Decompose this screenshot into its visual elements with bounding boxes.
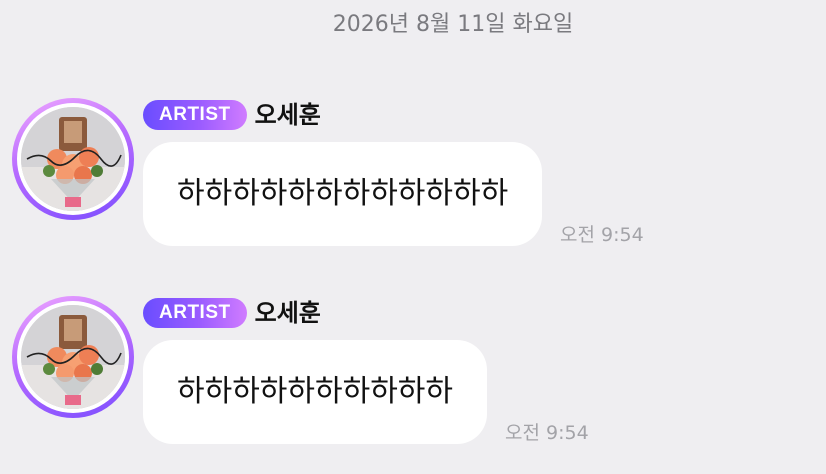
artist-badge: ARTIST — [143, 100, 247, 130]
sender-name[interactable]: 오세훈 — [255, 98, 321, 132]
sender-row: ARTIST 오세훈 — [143, 296, 321, 330]
sender-name[interactable]: 오세훈 — [255, 296, 321, 330]
artist-badge: ARTIST — [143, 298, 247, 328]
avatar-photo — [21, 107, 125, 211]
chat-message: ARTIST 오세훈 하하하하하하하하하하 오전 9:54 — [0, 296, 826, 456]
message-bubble[interactable]: 하하하하하하하하하하하하 — [143, 142, 543, 246]
avatar[interactable] — [12, 98, 134, 220]
message-time: 오전 9:54 — [560, 224, 644, 246]
message-bubble[interactable]: 하하하하하하하하하하 — [143, 340, 487, 444]
chat-message: ARTIST 오세훈 하하하하하하하하하하하하 오전 9:54 — [0, 98, 826, 258]
date-header: 2026년 8월 11일 화요일 — [332, 12, 574, 37]
avatar[interactable] — [12, 296, 134, 418]
avatar-photo — [21, 305, 125, 409]
message-time: 오전 9:54 — [505, 422, 589, 444]
sender-row: ARTIST 오세훈 — [143, 98, 321, 132]
